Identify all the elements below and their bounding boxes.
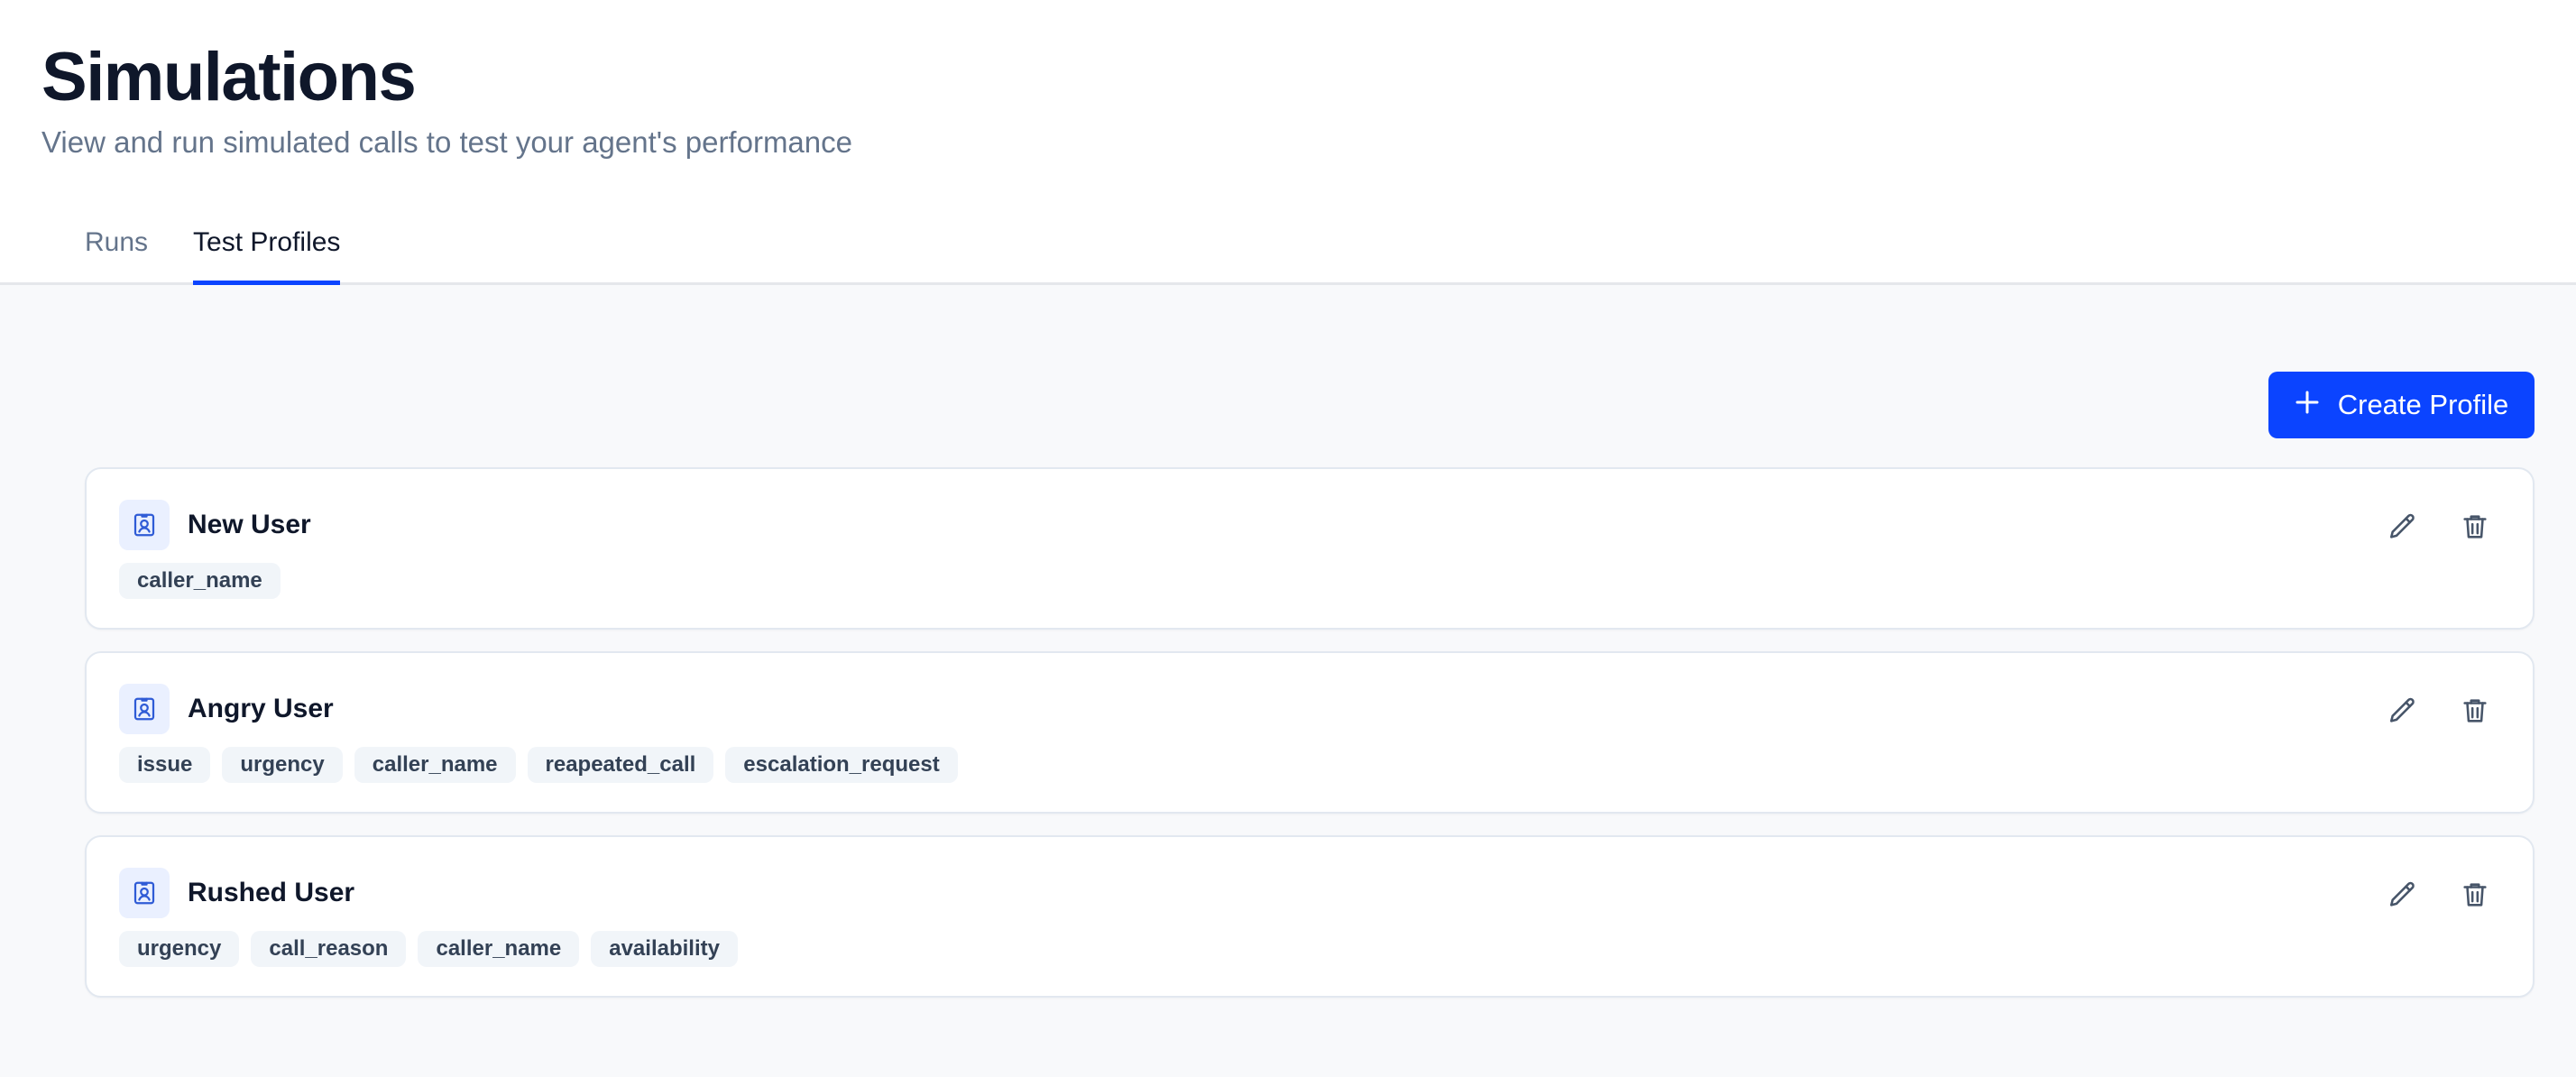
tag: reapeated_call bbox=[527, 747, 714, 783]
tag: availability bbox=[591, 931, 738, 967]
tag: caller_name bbox=[119, 563, 281, 599]
profile-actions bbox=[2387, 879, 2491, 911]
trash-icon[interactable] bbox=[2459, 511, 2491, 543]
profile-card-angry-user[interactable]: Angry User issue urgency caller_name rea… bbox=[85, 651, 2535, 814]
page-title: Simulations bbox=[41, 39, 417, 115]
tag: call_reason bbox=[251, 931, 407, 967]
edit-icon[interactable] bbox=[2387, 511, 2419, 543]
tag: urgency bbox=[119, 931, 240, 967]
tab-runs[interactable]: Runs bbox=[85, 204, 148, 285]
profile-actions bbox=[2387, 511, 2491, 543]
tag-list: caller_name bbox=[119, 563, 281, 599]
tag-list: urgency call_reason caller_name availabi… bbox=[119, 931, 738, 967]
tag-list: issue urgency caller_name reapeated_call… bbox=[119, 747, 958, 783]
page-subtitle: View and run simulated calls to test you… bbox=[41, 125, 852, 159]
trash-icon[interactable] bbox=[2459, 695, 2491, 727]
tag: urgency bbox=[222, 747, 343, 783]
profile-name: Angry User bbox=[188, 694, 334, 723]
profile-header: Rushed User bbox=[119, 868, 354, 918]
tag: caller_name bbox=[418, 931, 580, 967]
page-header: Simulations View and run simulated calls… bbox=[0, 0, 2576, 285]
profile-header: Angry User bbox=[119, 684, 334, 734]
trash-icon[interactable] bbox=[2459, 879, 2491, 911]
edit-icon[interactable] bbox=[2387, 879, 2419, 911]
plus-icon bbox=[2295, 385, 2320, 421]
main-content: Create Profile New User caller_name Angr… bbox=[0, 285, 2576, 1077]
profile-name: Rushed User bbox=[188, 878, 355, 907]
tab-bar: Runs Test Profiles bbox=[41, 204, 2576, 285]
profile-card-rushed-user[interactable]: Rushed User urgency call_reason caller_n… bbox=[85, 835, 2535, 998]
create-profile-label: Create Profile bbox=[2337, 389, 2509, 420]
tag: issue bbox=[119, 747, 211, 783]
profile-header: New User bbox=[119, 500, 311, 550]
tag: escalation_request bbox=[725, 747, 958, 783]
contact-card-icon bbox=[119, 500, 170, 550]
profile-name: New User bbox=[188, 510, 311, 539]
tag: caller_name bbox=[354, 747, 516, 783]
profile-list: New User caller_name Angry User issue ur… bbox=[85, 467, 2535, 1019]
tab-test-profiles[interactable]: Test Profiles bbox=[193, 204, 341, 285]
contact-card-icon bbox=[119, 868, 170, 918]
create-profile-button[interactable]: Create Profile bbox=[2268, 372, 2535, 438]
profile-card-new-user[interactable]: New User caller_name bbox=[85, 467, 2535, 630]
edit-icon[interactable] bbox=[2387, 695, 2419, 727]
contact-card-icon bbox=[119, 684, 170, 734]
profile-actions bbox=[2387, 695, 2491, 727]
